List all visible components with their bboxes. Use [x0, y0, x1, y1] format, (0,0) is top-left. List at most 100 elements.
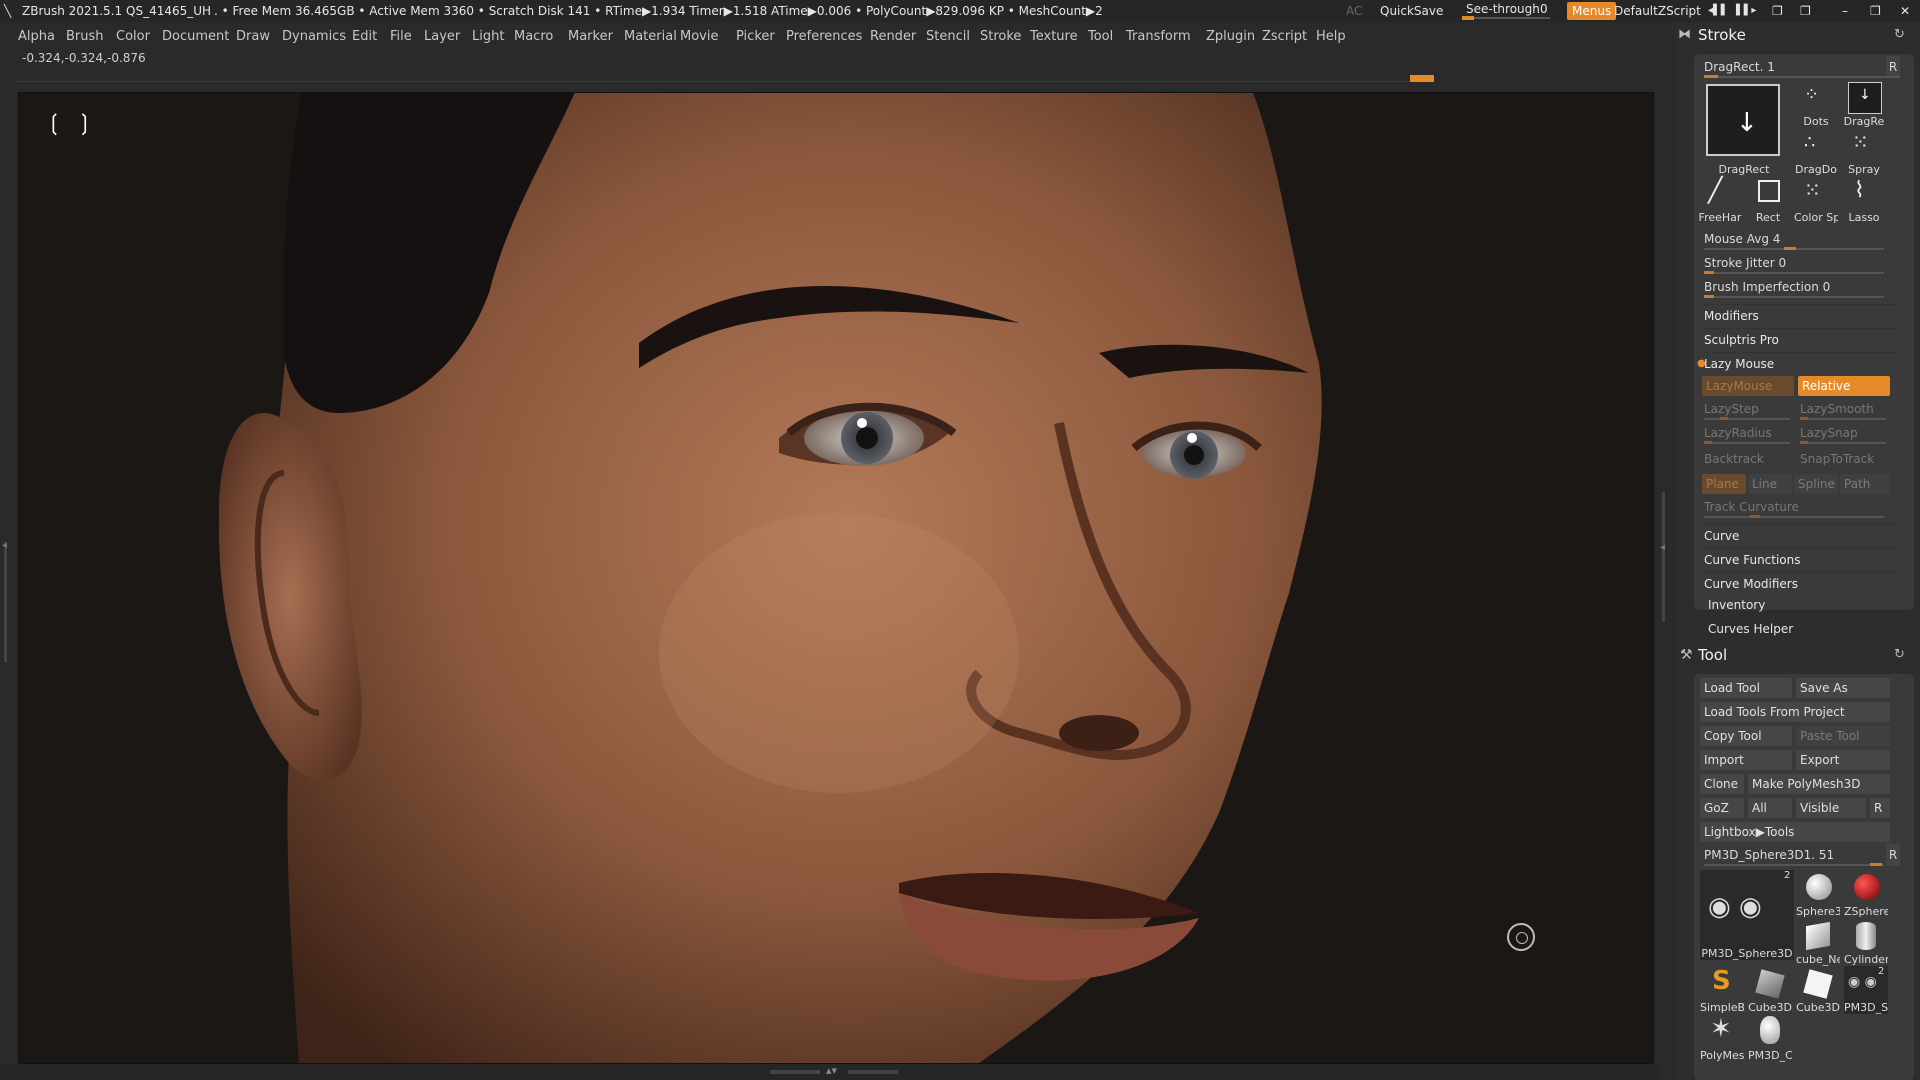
- stroke-thumb-dragre[interactable]: ↓ DragRe: [1842, 80, 1886, 128]
- relative-toggle[interactable]: Relative: [1798, 376, 1890, 396]
- layout-toggle2-icon[interactable]: ▌▌▸: [1736, 0, 1756, 22]
- goz-r-button[interactable]: R: [1870, 798, 1890, 818]
- menu-macro[interactable]: Macro: [514, 24, 553, 50]
- menu-stencil[interactable]: Stencil: [926, 24, 970, 50]
- lazyradius-slider[interactable]: LazyRadius: [1704, 422, 1794, 444]
- make-polymesh3d-button[interactable]: Make PolyMesh3D: [1748, 774, 1890, 794]
- goz-visible-button[interactable]: Visible: [1796, 798, 1866, 818]
- viewport-canvas[interactable]: ❲ ❳: [18, 92, 1654, 1064]
- tool-thumb-pm3d-c[interactable]: PM3D_C: [1748, 1014, 1792, 1062]
- lazymouse-toggle[interactable]: LazyMouse: [1702, 376, 1794, 396]
- menus-button[interactable]: Menus: [1567, 2, 1617, 20]
- menu-edit[interactable]: Edit: [352, 24, 377, 50]
- tool-refresh-icon[interactable]: ↻: [1894, 642, 1905, 668]
- inventory-section[interactable]: Inventory: [1708, 594, 1904, 616]
- lightbox-tools-button[interactable]: Lightbox▶Tools: [1700, 822, 1890, 842]
- menu-document[interactable]: Document: [162, 24, 229, 50]
- menu-preferences[interactable]: Preferences: [786, 24, 862, 50]
- curve-section[interactable]: Curve: [1704, 524, 1900, 547]
- expand-right-icon[interactable]: ◂: [1660, 542, 1665, 553]
- stroke-palette-header[interactable]: ⧓ Stroke ↻: [1676, 22, 1920, 48]
- load-tool-button[interactable]: Load Tool: [1700, 678, 1792, 698]
- seethrough-slider[interactable]: See-through 0: [1460, 0, 1552, 22]
- tool-thumb-polymesh[interactable]: ✶ PolyMes: [1700, 1014, 1744, 1062]
- goz-all-button[interactable]: All: [1748, 798, 1792, 818]
- stroke-thumb-spray[interactable]: ⁙ Spray: [1842, 128, 1886, 176]
- stroke-thumb-freehand[interactable]: ╱ FreeHar: [1698, 176, 1742, 224]
- menu-movie[interactable]: Movie: [680, 24, 718, 50]
- lazystep-slider[interactable]: LazyStep: [1704, 398, 1794, 420]
- load-tools-from-project-button[interactable]: Load Tools From Project: [1700, 702, 1890, 722]
- stroke-thumb-dots[interactable]: ⁘ Dots: [1794, 80, 1838, 128]
- tool-thumb-cylinder[interactable]: Cylinder: [1844, 918, 1888, 966]
- line-mode-button[interactable]: Line: [1748, 474, 1792, 494]
- menu-marker[interactable]: Marker: [568, 24, 613, 50]
- tool-thumb-cube-ne[interactable]: cube_Ne: [1796, 918, 1840, 966]
- tool-palette-header[interactable]: ⚒ Tool ↻: [1676, 642, 1920, 668]
- track-curvature-slider[interactable]: Track Curvature: [1704, 496, 1900, 518]
- stroke-thumb-dragdot[interactable]: ∴ DragDo: [1794, 128, 1838, 176]
- mouse-avg-slider[interactable]: Mouse Avg 4: [1704, 228, 1900, 250]
- copy-tool-button[interactable]: Copy Tool: [1700, 726, 1792, 746]
- refresh-icon[interactable]: ↻: [1894, 22, 1905, 48]
- tool-thumb-pm3d-sphere3d[interactable]: 2 ◉ ◉ PM3D_Sphere3D: [1700, 870, 1794, 960]
- layout-toggle-icon[interactable]: ◂▌▌: [1708, 0, 1728, 22]
- sculptris-pro-section[interactable]: Sculptris Pro: [1704, 328, 1900, 351]
- expand-left-icon[interactable]: ◂: [2, 540, 7, 551]
- window-layout-icon[interactable]: ❐: [1772, 0, 1783, 22]
- tool-thumb-cube3d[interactable]: Cube3D: [1748, 966, 1792, 1014]
- paste-tool-button[interactable]: Paste Tool: [1796, 726, 1890, 746]
- left-tray-strip[interactable]: ◂: [0, 92, 12, 1062]
- menu-light[interactable]: Light: [472, 24, 504, 50]
- menu-file[interactable]: File: [390, 24, 412, 50]
- curves-helper-section[interactable]: Curves Helper: [1708, 618, 1904, 640]
- tool-thumb-sphere3d[interactable]: Sphere3: [1796, 870, 1840, 918]
- menu-zplugin[interactable]: Zplugin: [1206, 24, 1255, 50]
- menu-stroke[interactable]: Stroke: [980, 24, 1021, 50]
- tool-thumb-pm3d-s[interactable]: 2 ◉ ◉ PM3D_S: [1844, 966, 1888, 1014]
- brush-imperfection-slider[interactable]: Brush Imperfection 0: [1704, 276, 1900, 298]
- tool-thumb-zsphere[interactable]: ZSphere: [1844, 870, 1888, 918]
- menu-transform[interactable]: Transform: [1126, 24, 1191, 50]
- stroke-thumb-rect[interactable]: Rect: [1746, 176, 1790, 224]
- spline-mode-button[interactable]: Spline: [1794, 474, 1838, 494]
- curve-functions-section[interactable]: Curve Functions: [1704, 548, 1900, 571]
- save-as-button[interactable]: Save As: [1796, 678, 1890, 698]
- stroke-thumb-colorspray[interactable]: ⁙ Color Sp: [1794, 176, 1838, 224]
- defaultzscript-button[interactable]: DefaultZScript: [1614, 0, 1701, 22]
- maximize-icon[interactable]: ❐: [1870, 0, 1881, 22]
- goz-button[interactable]: GoZ: [1700, 798, 1744, 818]
- timeline-marker[interactable]: [1410, 75, 1434, 82]
- curve-modifiers-section[interactable]: Curve Modifiers: [1704, 572, 1900, 595]
- menu-draw[interactable]: Draw: [236, 24, 270, 50]
- menu-render[interactable]: Render: [870, 24, 916, 50]
- backtrack-toggle[interactable]: Backtrack: [1704, 448, 1794, 470]
- modifiers-section[interactable]: Modifiers: [1704, 304, 1900, 327]
- expand-bottom-icon[interactable]: ▴▾: [826, 1064, 837, 1077]
- import-button[interactable]: Import: [1700, 750, 1792, 770]
- tool-thumb-simplebrush[interactable]: S SimpleB: [1700, 966, 1744, 1014]
- clone-button[interactable]: Clone: [1700, 774, 1744, 794]
- menu-brush[interactable]: Brush: [66, 24, 104, 50]
- stroke-thumb-dragrect[interactable]: ↓ DragRect: [1704, 82, 1784, 176]
- quicksave-button[interactable]: QuickSave: [1380, 0, 1443, 22]
- menu-material[interactable]: Material: [624, 24, 677, 50]
- current-tool-slider[interactable]: PM3D_Sphere3D1. 51 R: [1704, 844, 1900, 866]
- timeline-track[interactable]: [14, 73, 1434, 82]
- stroke-jitter-slider[interactable]: Stroke Jitter 0: [1704, 252, 1900, 274]
- tool-thumb-cube3d-white[interactable]: Cube3D: [1796, 966, 1840, 1014]
- menu-layer[interactable]: Layer: [424, 24, 460, 50]
- current-stroke-slider[interactable]: DragRect. 1 R: [1704, 56, 1900, 78]
- path-mode-button[interactable]: Path: [1840, 474, 1890, 494]
- tool-reset-button[interactable]: R: [1886, 844, 1900, 866]
- menu-alpha[interactable]: Alpha: [18, 24, 55, 50]
- right-tray-strip[interactable]: ◂: [1656, 92, 1676, 1062]
- menu-color[interactable]: Color: [116, 24, 150, 50]
- lazysnap-slider[interactable]: LazySnap: [1800, 422, 1890, 444]
- lazy-mouse-section[interactable]: ● Lazy Mouse: [1697, 352, 1900, 375]
- plane-mode-button[interactable]: Plane: [1702, 474, 1746, 494]
- export-button[interactable]: Export: [1796, 750, 1890, 770]
- minimize-icon[interactable]: –: [1842, 0, 1848, 22]
- close-icon[interactable]: ✕: [1900, 0, 1910, 22]
- menu-tool[interactable]: Tool: [1088, 24, 1113, 50]
